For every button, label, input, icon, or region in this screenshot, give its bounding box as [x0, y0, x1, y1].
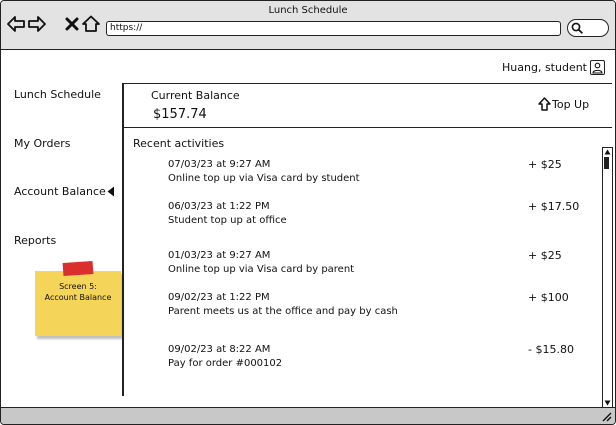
activity-item: 09/02/23 at 8:22 AM Pay for order #00010… [168, 343, 282, 371]
activity-description: Parent meets us at the office and pay by… [168, 306, 398, 317]
browser-window: Lunch Schedule https:// Huang, student L… [0, 0, 616, 425]
activity-description: Online top up via Visa card by student [168, 173, 360, 184]
activity-description: Online top up via Visa card by parent [168, 264, 355, 275]
address-bar[interactable]: https:// [106, 21, 561, 36]
sticky-tape [62, 260, 94, 277]
sidebar-item-lunch-schedule[interactable]: Lunch Schedule [14, 88, 101, 101]
sidebar-item-reports[interactable]: Reports [14, 234, 56, 247]
scroll-up-icon[interactable] [604, 149, 611, 155]
activity-description: Student top up at office [168, 215, 287, 226]
forward-icon[interactable] [28, 15, 46, 33]
arrow-up-icon [538, 97, 551, 111]
top-up-label: Top Up [552, 97, 590, 111]
back-icon[interactable] [7, 15, 25, 33]
current-balance-value: $157.74 [153, 107, 207, 122]
user-menu[interactable]: Huang, student [502, 60, 605, 75]
activity-date: 01/03/23 at 9:27 AM [168, 250, 271, 261]
home-icon[interactable] [82, 15, 100, 33]
user-name: Huang, student [502, 61, 587, 74]
active-indicator-icon [107, 186, 114, 197]
activity-date: 06/03/23 at 1:22 PM [168, 201, 270, 212]
top-up-button[interactable]: Top Up [538, 97, 589, 111]
activity-item: 07/03/23 at 9:27 AM Online top up via Vi… [168, 158, 360, 186]
current-balance-label: Current Balance [151, 89, 240, 102]
resize-grip-icon[interactable] [601, 411, 612, 422]
scrollbar[interactable] [602, 147, 613, 408]
search-icon [571, 22, 583, 34]
activity-date: 07/03/23 at 9:27 AM [168, 159, 271, 170]
activity-date: 09/02/23 at 1:22 PM [168, 292, 270, 303]
activity-description: Pay for order #000102 [168, 358, 283, 369]
sidebar-item-label: Reports [14, 234, 57, 247]
sidebar-item-my-orders[interactable]: My Orders [14, 137, 71, 150]
title-bar: Lunch Schedule https:// [1, 1, 615, 50]
sticky-note-text: Screen 5: Account Balance [44, 282, 112, 302]
activity-item: 09/02/23 at 1:22 PM Parent meets us at t… [168, 291, 398, 319]
sidebar-divider [122, 83, 124, 396]
activity-amount: + $25 [528, 158, 562, 171]
sidebar-item-account-balance[interactable]: Account Balance [14, 185, 106, 198]
status-bar [1, 407, 615, 424]
activity-amount: + $25 [528, 249, 562, 262]
activity-amount: + $100 [528, 291, 569, 304]
close-icon[interactable] [63, 15, 81, 33]
search-button[interactable] [567, 19, 609, 37]
address-text: https:// [110, 23, 143, 33]
user-icon [590, 60, 605, 75]
sidebar-item-label: Lunch Schedule [14, 88, 101, 101]
activity-date: 09/02/23 at 8:22 AM [168, 344, 271, 355]
activity-item: 06/03/23 at 1:22 PM Student top up at of… [168, 200, 287, 228]
balance-divider [124, 127, 612, 128]
scrollbar-thumb[interactable] [604, 157, 609, 169]
content-top-border [124, 83, 612, 84]
recent-activities-heading: Recent activities [133, 137, 225, 150]
activity-item: 01/03/23 at 9:27 AM Online top up via Vi… [168, 249, 354, 277]
scroll-down-icon[interactable] [604, 400, 611, 406]
activity-amount: + $17.50 [528, 200, 580, 213]
sidebar-item-label: My Orders [14, 137, 71, 150]
sidebar-item-label: Account Balance [14, 185, 106, 198]
activity-amount: - $15.80 [528, 343, 574, 356]
